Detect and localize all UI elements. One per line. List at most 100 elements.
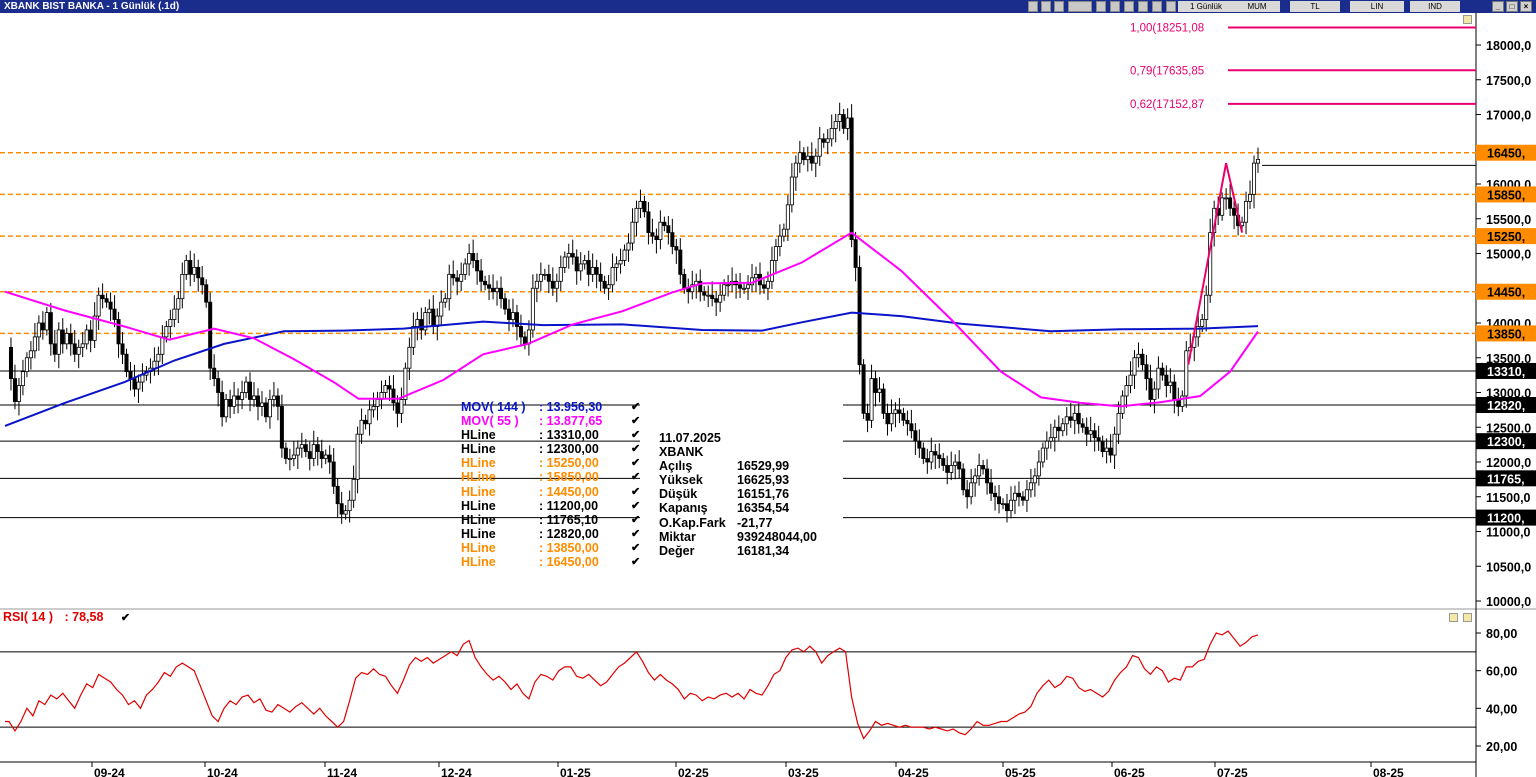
candle-body bbox=[881, 388, 886, 414]
indicator-selector[interactable]: IND bbox=[1410, 1, 1460, 12]
candle-body bbox=[901, 412, 906, 421]
list-icon[interactable] bbox=[1124, 1, 1134, 12]
candle-body bbox=[40, 322, 45, 331]
candle-body bbox=[1108, 447, 1113, 456]
period-selector[interactable]: 1 Günlük bbox=[1178, 1, 1234, 12]
candle-body bbox=[387, 385, 392, 390]
legend-check-icon[interactable]: ✔ bbox=[631, 400, 640, 414]
print-icon[interactable] bbox=[1166, 1, 1176, 12]
close-button[interactable]: × bbox=[1520, 1, 1532, 12]
grid-icon[interactable] bbox=[1028, 1, 1038, 12]
chart-area[interactable]: 18000,017500,017000,016500,016000,015500… bbox=[0, 13, 1536, 777]
legend-check-icon[interactable]: ✔ bbox=[631, 456, 640, 470]
info-value: 939248044,00 bbox=[737, 529, 817, 544]
panel-menu-icon[interactable] bbox=[1463, 15, 1472, 24]
candle-body bbox=[283, 447, 288, 459]
candle-body bbox=[877, 388, 882, 393]
legend-check-icon[interactable]: ✔ bbox=[631, 499, 640, 513]
candle-body bbox=[953, 461, 958, 466]
draw-icon[interactable] bbox=[1041, 1, 1051, 12]
candle-body bbox=[1148, 378, 1153, 400]
legend-check-icon[interactable]: ✔ bbox=[631, 527, 640, 541]
rsi-check-icon[interactable]: ✔ bbox=[121, 612, 130, 624]
candle-body bbox=[985, 468, 990, 484]
currency-selector[interactable]: TL bbox=[1290, 1, 1340, 12]
candle-body bbox=[1156, 367, 1161, 390]
candle-body bbox=[339, 503, 344, 515]
candle-body bbox=[1056, 426, 1061, 432]
crosshair-icon[interactable] bbox=[1152, 1, 1162, 12]
candle-body bbox=[921, 447, 926, 459]
candle-body bbox=[929, 451, 934, 463]
legend-check-icon[interactable]: ✔ bbox=[631, 485, 640, 499]
candle-body bbox=[885, 412, 890, 425]
hline-label: 14450, bbox=[1487, 286, 1525, 300]
legend-check-icon[interactable]: ✔ bbox=[631, 428, 640, 442]
candle-body bbox=[72, 343, 77, 355]
candle-body bbox=[180, 273, 185, 300]
candle-body bbox=[993, 492, 998, 498]
candle-body bbox=[255, 395, 260, 407]
candle-body bbox=[287, 458, 292, 460]
candle-body bbox=[419, 319, 424, 331]
legend-check-icon[interactable]: ✔ bbox=[631, 541, 640, 555]
candle-body bbox=[889, 412, 894, 425]
candle-body bbox=[96, 294, 101, 317]
candle-body bbox=[949, 465, 954, 473]
candle-body bbox=[785, 204, 790, 230]
candle-body bbox=[267, 399, 272, 418]
candle-body bbox=[196, 266, 201, 279]
template-icon[interactable] bbox=[1138, 1, 1148, 12]
candle-body bbox=[307, 451, 312, 459]
candle-body bbox=[319, 451, 324, 459]
hline-label: 12820, bbox=[1487, 399, 1525, 413]
candle-body bbox=[1044, 440, 1049, 449]
info-key: Düşük bbox=[659, 487, 698, 502]
candle-body bbox=[638, 200, 643, 209]
rsi-menu-icon[interactable] bbox=[1449, 613, 1458, 622]
candle-body bbox=[578, 263, 583, 272]
legend-check-icon[interactable]: ✔ bbox=[631, 513, 640, 527]
rsi-value: : 78,58 bbox=[64, 610, 104, 624]
candle-body bbox=[236, 395, 241, 400]
candle-body bbox=[773, 246, 778, 261]
candle-body bbox=[1040, 447, 1045, 463]
minimize-button[interactable]: _ bbox=[1492, 1, 1504, 12]
info-key: Yüksek bbox=[659, 473, 703, 488]
compare-icon[interactable] bbox=[1110, 1, 1120, 12]
rsi-y-tick-label: 20,00 bbox=[1486, 740, 1517, 754]
hline-label: 15250, bbox=[1487, 230, 1525, 244]
hline-label: 11200, bbox=[1487, 512, 1525, 526]
candle-body bbox=[315, 444, 320, 452]
candle-body bbox=[136, 381, 141, 390]
zoom-icon[interactable] bbox=[1096, 1, 1106, 12]
candle-body bbox=[973, 475, 978, 484]
candle-body bbox=[347, 499, 352, 512]
candle-body bbox=[1124, 385, 1129, 397]
candle-body bbox=[367, 409, 372, 425]
legend-value: : 15850,00 bbox=[539, 470, 599, 485]
scale-selector[interactable]: LIN bbox=[1350, 1, 1404, 12]
legend-value: : 16450,00 bbox=[539, 555, 599, 570]
candle-body bbox=[335, 485, 340, 505]
legend-check-icon[interactable]: ✔ bbox=[631, 555, 640, 569]
candle-body bbox=[427, 308, 432, 313]
candle-body bbox=[506, 308, 511, 320]
hline-label: 13850, bbox=[1487, 327, 1525, 341]
legend-check-icon[interactable]: ✔ bbox=[631, 414, 640, 428]
rsi-close-icon[interactable] bbox=[1463, 613, 1472, 622]
legend-check-icon[interactable]: ✔ bbox=[631, 442, 640, 456]
period-icon[interactable] bbox=[1054, 1, 1064, 12]
maximize-button[interactable]: □ bbox=[1506, 1, 1518, 12]
candle-body bbox=[60, 329, 65, 345]
candle-body bbox=[216, 378, 221, 393]
chart-type-selector[interactable]: MUM bbox=[1234, 1, 1280, 12]
candle-body bbox=[845, 117, 850, 129]
candle-body bbox=[610, 266, 615, 286]
settings-icon[interactable] bbox=[1068, 1, 1092, 12]
candle-body bbox=[1064, 416, 1069, 425]
legend-check-icon[interactable]: ✔ bbox=[631, 470, 640, 484]
candle-body bbox=[1020, 496, 1025, 501]
y-tick-label: 18000,0 bbox=[1486, 39, 1531, 53]
candle-body bbox=[662, 221, 667, 227]
